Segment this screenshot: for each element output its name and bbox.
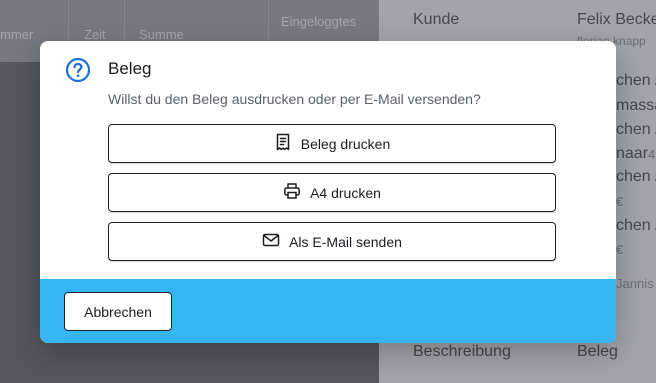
receipt-icon bbox=[274, 133, 292, 154]
dialog-footer: Abbrechen bbox=[40, 279, 616, 343]
mail-icon bbox=[262, 231, 280, 252]
detail-label-beschreibung: Beschreibung bbox=[413, 343, 511, 360]
detail-fragment: massa bbox=[616, 97, 656, 114]
detail-fragment: naar bbox=[616, 145, 649, 162]
table-header-summe: Summe bbox=[139, 27, 184, 42]
printer-icon bbox=[283, 182, 301, 203]
detail-fragment: chen / bbox=[616, 168, 656, 185]
dialog-title: Beleg bbox=[108, 59, 152, 78]
detail-fragment: chen / bbox=[616, 72, 656, 89]
detail-fragment: chen / bbox=[616, 121, 656, 138]
print-receipt-button[interactable]: Beleg drucken bbox=[108, 124, 556, 163]
dialog-subtitle: Willst du den Beleg ausdrucken oder per … bbox=[108, 91, 481, 107]
send-email-button[interactable]: Als E-Mail senden bbox=[108, 222, 556, 261]
detail-label-kunde: Kunde bbox=[413, 11, 460, 28]
print-receipt-label: Beleg drucken bbox=[300, 135, 391, 152]
table-header-anzahl: mmer bbox=[0, 27, 34, 42]
table-header-zeit: Zeit bbox=[84, 27, 106, 42]
detail-value-beschreibung: Beleg bbox=[577, 343, 618, 360]
print-receipt-dialog: Beleg Willst du den Beleg ausdrucken ode… bbox=[40, 41, 616, 343]
detail-fragment: chen / bbox=[616, 217, 656, 234]
table-header-eingeloggtes: Eingeloggtes bbox=[281, 14, 357, 29]
detail-fragment: Jannis bbox=[616, 276, 654, 291]
cancel-button[interactable]: Abbrechen bbox=[64, 292, 172, 331]
send-email-label: Als E-Mail senden bbox=[289, 233, 402, 250]
detail-fragment: € bbox=[616, 194, 624, 209]
detail-value-kunde: Felix Becke bbox=[577, 11, 656, 28]
detail-fragment: 4 bbox=[648, 147, 656, 162]
print-a4-label: A4 drucken bbox=[310, 184, 381, 201]
question-circle-icon bbox=[65, 57, 91, 83]
print-a4-button[interactable]: A4 drucken bbox=[108, 173, 556, 212]
detail-fragment: € bbox=[616, 242, 624, 257]
